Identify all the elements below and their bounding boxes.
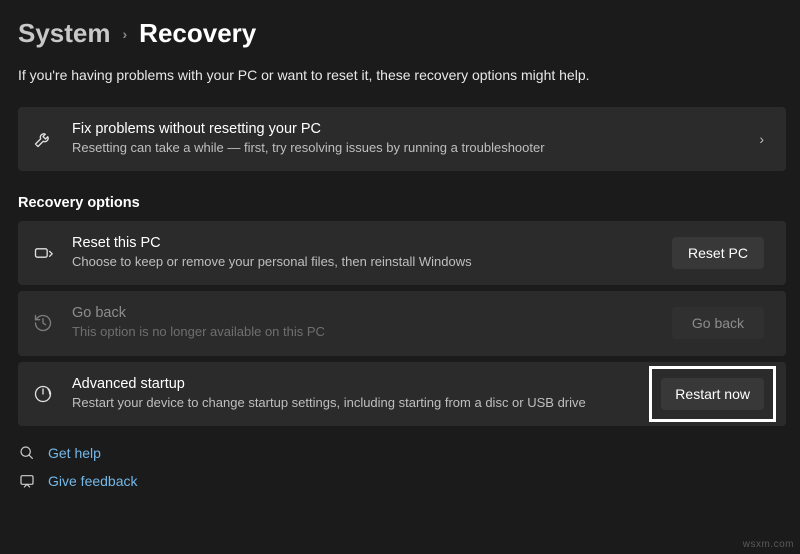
get-help-link[interactable]: Get help [48, 445, 101, 461]
reset-pc-card: Reset this PC Choose to keep or remove y… [18, 221, 786, 285]
feedback-link[interactable]: Give feedback [48, 473, 138, 489]
goback-subtitle: This option is no longer available on th… [72, 323, 654, 341]
power-restart-icon [32, 383, 54, 405]
breadcrumb-current: Recovery [139, 18, 256, 49]
help-icon [18, 444, 36, 462]
chevron-right-icon: › [759, 131, 764, 147]
fix-subtitle: Resetting can take a while — first, try … [72, 139, 741, 157]
history-icon [32, 312, 54, 334]
fix-title: Fix problems without resetting your PC [72, 121, 741, 137]
advanced-title: Advanced startup [72, 376, 643, 392]
fix-problems-card[interactable]: Fix problems without resetting your PC R… [18, 107, 786, 171]
watermark: wsxm.com [743, 539, 794, 550]
advanced-startup-card: Advanced startup Restart your device to … [18, 362, 786, 426]
reset-icon [32, 242, 54, 264]
breadcrumb-parent[interactable]: System [18, 18, 111, 49]
reset-subtitle: Choose to keep or remove your personal f… [72, 253, 654, 271]
breadcrumb: System › Recovery [18, 18, 786, 49]
reset-pc-button[interactable]: Reset PC [672, 237, 764, 269]
go-back-card: Go back This option is no longer availab… [18, 291, 786, 355]
intro-text: If you're having problems with your PC o… [18, 67, 786, 83]
wrench-icon [32, 128, 54, 150]
advanced-subtitle: Restart your device to change startup se… [72, 394, 643, 412]
restart-now-button[interactable]: Restart now [661, 378, 764, 410]
chevron-right-icon: › [123, 26, 128, 42]
help-links: Get help Give feedback [18, 444, 786, 490]
section-title: Recovery options [18, 195, 786, 211]
feedback-icon [18, 472, 36, 490]
get-help-row[interactable]: Get help [18, 444, 786, 462]
reset-title: Reset this PC [72, 235, 654, 251]
go-back-button: Go back [672, 307, 764, 339]
goback-title: Go back [72, 305, 654, 321]
feedback-row[interactable]: Give feedback [18, 472, 786, 490]
